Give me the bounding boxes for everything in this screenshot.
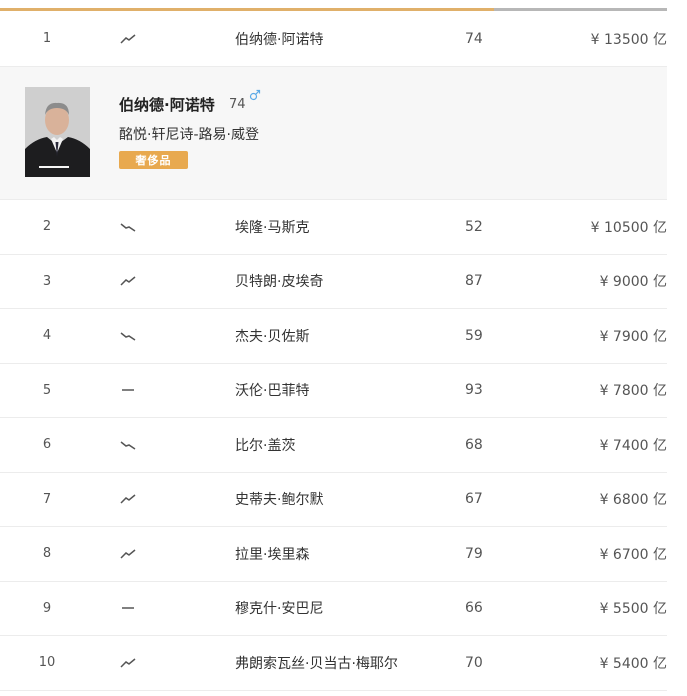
worth-cell: ¥ 13500 亿 xyxy=(590,31,667,48)
name-cell[interactable]: 史蒂夫·鲍尔默 xyxy=(235,473,323,527)
age-cell: 68 xyxy=(465,436,483,453)
age-cell: 66 xyxy=(465,600,483,617)
rank-cell: 2 xyxy=(42,219,52,235)
worth-cell: ¥ 10500 亿 xyxy=(590,219,667,236)
trend-up-icon xyxy=(113,255,143,309)
age-cell: 67 xyxy=(465,491,483,508)
name-cell[interactable]: 伯纳德·阿诺特 xyxy=(235,11,323,66)
name-cell[interactable]: 贝特朗·皮埃奇 xyxy=(235,255,323,309)
rich-list: 1 伯纳德·阿诺特 74 ¥ 13500 亿 伯纳德·阿诺特 74 酩悦·轩尼诗… xyxy=(0,11,667,691)
age-cell: 79 xyxy=(465,545,483,562)
detail-company: 酩悦·轩尼诗-路易·威登 xyxy=(119,127,259,143)
rank-cell: 1 xyxy=(42,31,52,46)
trend-up-icon xyxy=(113,527,143,581)
table-row[interactable]: 10 弗朗索瓦丝·贝当古·梅耶尔 70 ¥ 5400 亿 xyxy=(0,636,667,691)
age-cell: 70 xyxy=(465,654,483,671)
age-cell: 59 xyxy=(465,327,483,344)
detail-name: 伯纳德·阿诺特 xyxy=(119,96,215,114)
male-icon xyxy=(249,89,261,101)
trend-down-icon xyxy=(113,200,143,254)
detail-age: 74 xyxy=(229,97,246,112)
avatar[interactable] xyxy=(25,87,90,177)
worth-cell: ¥ 5400 亿 xyxy=(599,655,667,672)
rank-cell: 6 xyxy=(42,437,52,453)
table-row[interactable]: 6 比尔·盖茨 68 ¥ 7400 亿 xyxy=(0,418,667,473)
rank-cell: 4 xyxy=(42,328,52,344)
name-cell[interactable]: 埃隆·马斯克 xyxy=(235,200,309,254)
worth-cell: ¥ 7900 亿 xyxy=(599,328,667,345)
name-cell[interactable]: 弗朗索瓦丝·贝当古·梅耶尔 xyxy=(235,636,398,690)
rank-cell: 5 xyxy=(42,382,52,398)
table-row[interactable]: 7 史蒂夫·鲍尔默 67 ¥ 6800 亿 xyxy=(0,473,667,527)
name-cell[interactable]: 比尔·盖茨 xyxy=(235,418,295,472)
trend-down-icon xyxy=(113,418,143,472)
person-detail-panel: 伯纳德·阿诺特 74 酩悦·轩尼诗-路易·威登 奢侈品 xyxy=(0,67,667,200)
industry-badge[interactable]: 奢侈品 xyxy=(119,151,188,169)
table-row[interactable]: 8 拉里·埃里森 79 ¥ 6700 亿 xyxy=(0,527,667,582)
trend-flat-icon xyxy=(113,582,143,636)
table-row[interactable]: 4 杰夫·贝佐斯 59 ¥ 7900 亿 xyxy=(0,309,667,364)
worth-cell: ¥ 7800 亿 xyxy=(599,383,667,400)
rank-cell: 3 xyxy=(42,273,52,289)
trend-up-icon xyxy=(113,473,143,527)
table-row[interactable]: 2 埃隆·马斯克 52 ¥ 10500 亿 xyxy=(0,200,667,255)
trend-up-icon xyxy=(113,11,143,66)
table-row[interactable]: 5 沃伦·巴菲特 93 ¥ 7800 亿 xyxy=(0,364,667,418)
table-row[interactable]: 3 贝特朗·皮埃奇 87 ¥ 9000 亿 xyxy=(0,255,667,309)
trend-down-icon xyxy=(113,309,143,363)
worth-cell: ¥ 5500 亿 xyxy=(599,601,667,618)
rank-cell: 9 xyxy=(42,600,52,616)
name-cell[interactable]: 沃伦·巴菲特 xyxy=(235,364,309,418)
age-cell: 74 xyxy=(465,30,483,47)
rank-cell: 8 xyxy=(42,546,52,562)
table-row[interactable]: 9 穆克什·安巴尼 66 ¥ 5500 亿 xyxy=(0,582,667,636)
table-row[interactable]: 1 伯纳德·阿诺特 74 ¥ 13500 亿 xyxy=(0,11,667,67)
worth-cell: ¥ 6800 亿 xyxy=(599,492,667,509)
age-cell: 52 xyxy=(465,218,483,235)
age-cell: 87 xyxy=(465,273,483,290)
rank-cell: 7 xyxy=(42,491,52,507)
trend-flat-icon xyxy=(113,364,143,418)
trend-up-icon xyxy=(113,636,143,690)
name-cell[interactable]: 杰夫·贝佐斯 xyxy=(235,309,309,363)
name-cell[interactable]: 穆克什·安巴尼 xyxy=(235,582,323,636)
age-cell: 93 xyxy=(465,382,483,399)
rank-cell: 10 xyxy=(38,655,56,671)
name-cell[interactable]: 拉里·埃里森 xyxy=(235,527,309,581)
worth-cell: ¥ 6700 亿 xyxy=(599,546,667,563)
worth-cell: ¥ 9000 亿 xyxy=(599,274,667,291)
worth-cell: ¥ 7400 亿 xyxy=(599,437,667,454)
